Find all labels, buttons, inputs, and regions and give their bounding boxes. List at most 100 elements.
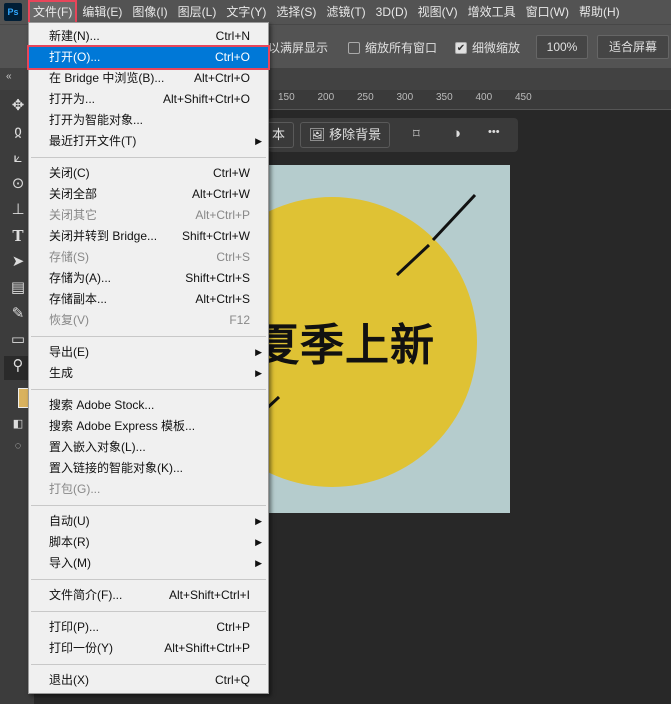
menu-item-shortcut: Ctrl+Q (214, 673, 250, 687)
ruler-tick-label: 450 (515, 92, 532, 103)
file-menu-item[interactable]: 关闭其它 Alt+Ctrl+P (29, 205, 268, 226)
menu-item-label: 新建(N)... (49, 29, 100, 43)
note-tool-icon[interactable]: ▤ (8, 278, 28, 298)
file-menu-item[interactable]: 置入嵌入对象(L)... (29, 437, 268, 458)
submenu-arrow-icon: ▶ (255, 537, 262, 547)
file-menu-item[interactable]: 自动(U) ▶ (29, 511, 268, 532)
file-menu-item[interactable]: 打包(G)... (29, 479, 268, 500)
menu-9[interactable]: 增效工具 (463, 0, 521, 24)
menu-item-label: 打印(P)... (49, 620, 99, 634)
ruler-tick-label: 150 (278, 92, 295, 103)
select-tool-icon[interactable]: ➤ (8, 252, 28, 272)
file-menu-item[interactable]: 在 Bridge 中浏览(B)... Alt+Ctrl+O (29, 68, 268, 89)
menu-separator (31, 389, 266, 390)
menu-item-shortcut: Ctrl+P (216, 620, 250, 634)
menu-1[interactable]: 编辑(E) (77, 0, 127, 24)
more-options-icon[interactable]: ••• (488, 126, 500, 138)
menu-item-label: 关闭并转到 Bridge... (49, 229, 158, 243)
horizontal-ruler: 150 200 250 300 350 400 450 (268, 90, 671, 110)
menu-6[interactable]: 滤镜(T) (321, 0, 370, 24)
zoom-all-label: 缩放所有窗口 (365, 41, 438, 55)
file-menu-item[interactable]: 关闭(C) Ctrl+W (29, 163, 268, 184)
image-icon: 🖼 (309, 127, 326, 142)
file-menu-item[interactable]: 退出(X) Ctrl+Q (29, 670, 268, 691)
menu-item-shortcut: Alt+Shift+Ctrl+O (162, 92, 250, 106)
menu-0[interactable]: 文件(F) (28, 0, 78, 24)
menu-item-label: 文件简介(F)... (49, 588, 123, 602)
quick-mask-icon[interactable]: ◌ (8, 436, 28, 456)
remove-background-button[interactable]: 🖼 移除背景 (300, 122, 391, 148)
file-menu-item[interactable]: 导入(M) ▶ (29, 553, 268, 574)
transform-icon[interactable]: ⌑ (413, 126, 420, 142)
menu-item-label: 搜索 Adobe Stock... (49, 398, 155, 412)
file-menu-item[interactable]: 关闭全部 Alt+Ctrl+W (29, 184, 268, 205)
menu-item-shortcut: Alt+Shift+Ctrl+I (168, 588, 250, 602)
menu-3[interactable]: 图层(L) (173, 0, 222, 24)
lasso-tool-icon[interactable]: ჲ (8, 122, 28, 142)
menu-separator (31, 336, 266, 337)
menu-8[interactable]: 视图(V) (413, 0, 463, 24)
menu-5[interactable]: 选择(S) (271, 0, 321, 24)
swap-colors-icon[interactable]: ◧ (8, 414, 28, 434)
menu-separator (31, 157, 266, 158)
menu-item-label: 最近打开文件(T) (49, 134, 137, 148)
ruler-tick-label: 300 (396, 92, 414, 103)
file-menu-item[interactable]: 存储为(A)... Shift+Ctrl+S (29, 268, 268, 289)
menu-item-shortcut: Alt+Shift+Ctrl+P (164, 641, 250, 655)
fit-screen-button[interactable]: 适合屏幕 (597, 35, 669, 59)
menu-item-label: 关闭(C) (49, 166, 90, 180)
ruler-tick-label: 350 (436, 92, 453, 103)
fullscreen-checkbox[interactable]: 以满屏显示 (268, 39, 328, 56)
file-menu-dropdown: 新建(N)... Ctrl+N 打开(O)... Ctrl+O 在 Bridge 中浏览… (27, 22, 270, 694)
menu-item-label: 存储副本... (49, 292, 108, 306)
file-menu-item[interactable]: 搜索 Adobe Stock... (29, 395, 268, 416)
file-menu-item[interactable]: 搜索 Adobe Express 模板... (29, 416, 268, 437)
fullscreen-label: 以满屏显示 (268, 41, 329, 55)
file-menu-item[interactable]: 脚本(R) ▶ (29, 532, 268, 553)
diagonal-lines (265, 193, 477, 412)
collapse-panel-icon[interactable]: « (6, 71, 12, 82)
file-menu-item[interactable]: 存储(S) Ctrl+S (29, 247, 268, 268)
eyedropper-tool-icon[interactable]: ✎ (8, 304, 28, 324)
file-menu-item[interactable]: 打开为智能对象... (29, 110, 268, 131)
file-menu-item[interactable]: 最近打开文件(T) ▶ (29, 131, 268, 152)
file-menu-item[interactable]: 打开(O)... Ctrl+O (27, 45, 270, 70)
file-menu-item[interactable]: 文件简介(F)... Alt+Shift+Ctrl+I (29, 585, 268, 606)
move-tool-icon[interactable]: ✥ (8, 96, 28, 116)
file-menu-item[interactable]: 导出(E) ▶ (29, 342, 268, 363)
type-tool-icon[interactable]: T (8, 226, 28, 246)
file-menu-item[interactable]: 打印(P)... Ctrl+P (29, 617, 268, 638)
document-canvas[interactable]: 夏季上新 (265, 165, 510, 513)
menu-11[interactable]: 帮助(H) (574, 0, 625, 24)
menu-item-label: 置入嵌入对象(L)... (49, 440, 146, 454)
menu-10[interactable]: 窗口(W) (521, 0, 574, 24)
menu-separator (31, 664, 266, 665)
menu-2[interactable]: 图像(I) (127, 0, 172, 24)
rectangle-tool-icon[interactable]: ▭ (8, 330, 28, 350)
zoom-value-field[interactable]: 100% (536, 35, 588, 59)
file-menu-item[interactable]: 关闭并转到 Bridge... Shift+Ctrl+W (29, 226, 268, 247)
submenu-arrow-icon: ▶ (255, 347, 262, 357)
menu-bar: Ps 文件(F) 编辑(E) 图像(I) 图层(L) 文字(Y) 选择(S) 滤镜(T) 3D… (0, 0, 671, 24)
scrubby-label: 细微缩放 (472, 41, 521, 55)
red-eye-tool-icon[interactable]: ⊙ (8, 174, 28, 194)
menu-item-label: 恢复(V) (49, 313, 89, 327)
scrubby-zoom-checkbox[interactable]: ✔ 细微缩放 (455, 39, 520, 56)
file-menu-item[interactable]: 生成 ▶ (29, 363, 268, 384)
crop-tool-icon[interactable]: ⟀ (8, 148, 28, 168)
menu-item-shortcut: Alt+Ctrl+O (193, 71, 250, 85)
file-menu-item[interactable]: 打开为... Alt+Shift+Ctrl+O (29, 89, 268, 110)
adjust-icon[interactable]: ◑ (452, 125, 461, 142)
file-menu-item[interactable]: 恢复(V) F12 (29, 310, 268, 331)
stamp-tool-icon[interactable]: ⊥ (8, 200, 28, 220)
partial-label: 本 (272, 127, 286, 142)
menu-7[interactable]: 3D(D) (371, 0, 413, 24)
file-menu-item[interactable]: 打印一份(Y) Alt+Shift+Ctrl+P (29, 638, 268, 659)
file-menu-item[interactable]: 置入链接的智能对象(K)... (29, 458, 268, 479)
file-menu-item[interactable]: 存储副本... Alt+Ctrl+S (29, 289, 268, 310)
zoom-all-windows-checkbox[interactable]: 缩放所有窗口 (348, 39, 437, 56)
menu-4[interactable]: 文字(Y) (221, 0, 271, 24)
menu-item-shortcut: Ctrl+W (213, 166, 250, 180)
menu-item-shortcut: Shift+Ctrl+W (181, 229, 250, 243)
file-menu-item[interactable]: 新建(N)... Ctrl+N (29, 26, 268, 47)
